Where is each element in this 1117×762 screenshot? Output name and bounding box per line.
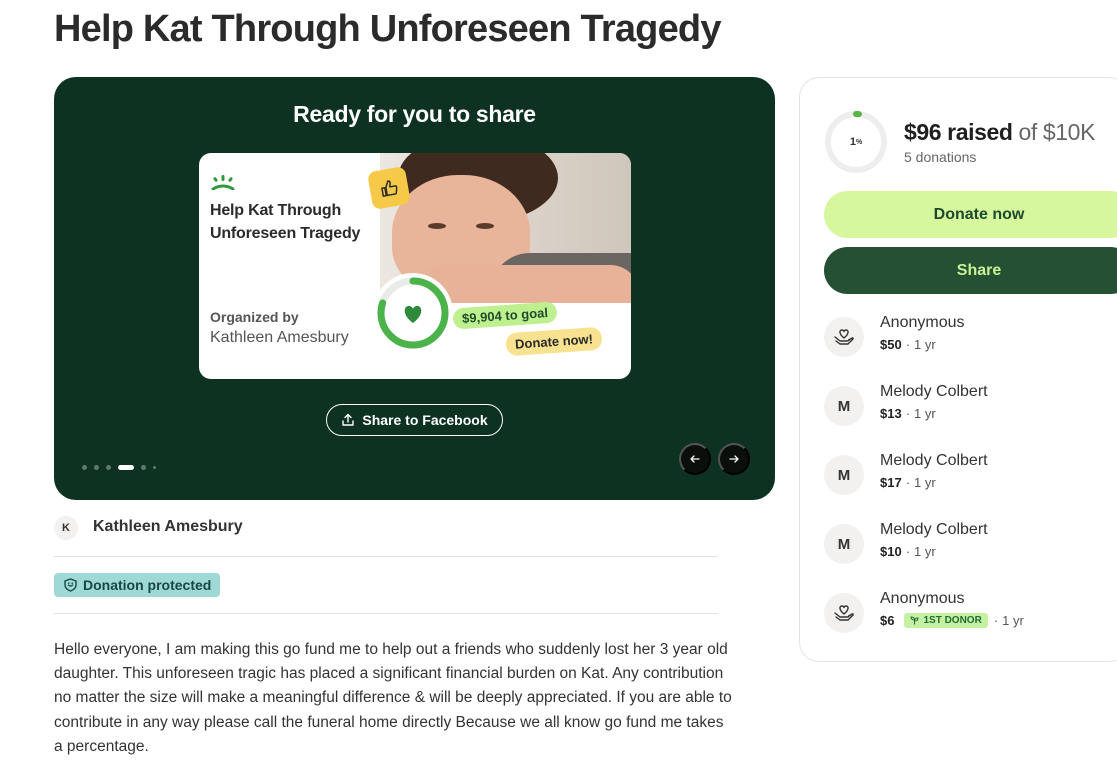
share-carousel: Ready for you to share Help Kat Through … — [54, 77, 775, 500]
donor-time: 1 yr — [914, 544, 936, 559]
donor-meta: $17 · 1 yr — [880, 475, 936, 490]
gofundme-logo-icon — [211, 175, 235, 190]
carousel-dot[interactable] — [82, 465, 87, 470]
donor-item: M Melody Colbert $17 · 1 yr — [824, 452, 1117, 502]
donor-avatar: M — [824, 455, 864, 495]
card-organized-by-label: Organized by — [210, 309, 299, 325]
meta-separator: · — [905, 406, 911, 421]
carousel-dot[interactable] — [153, 466, 156, 469]
donation-protected-badge[interactable]: Donation protected — [54, 573, 221, 597]
carousel-heading: Ready for you to share — [293, 101, 536, 127]
carousel-dot[interactable] — [94, 465, 99, 470]
meta-separator: · — [905, 475, 911, 490]
donation-count[interactable]: 5 donations — [904, 149, 976, 165]
carousel-prev-button[interactable] — [679, 443, 711, 475]
organizer-name[interactable]: Kathleen Amesbury — [93, 518, 243, 536]
sprout-icon — [910, 616, 919, 625]
carousel-pagination — [82, 465, 156, 470]
donor-meta: $13 · 1 yr — [880, 406, 936, 421]
share-button[interactable]: Share — [824, 247, 1117, 294]
share-upload-icon — [342, 413, 355, 426]
donor-name: Melody Colbert — [880, 383, 988, 400]
donor-name: Melody Colbert — [880, 452, 988, 469]
donor-amount: $17 — [880, 475, 902, 490]
meta-separator: · — [905, 544, 911, 559]
arrow-left-icon — [690, 455, 700, 463]
first-donor-label: 1ST DONOR — [923, 615, 982, 626]
donate-now-button[interactable]: Donate now — [824, 191, 1117, 238]
donor-time: 1 yr — [914, 406, 936, 421]
divider — [54, 556, 718, 557]
donation-sidebar: 1% $96 raised of $10K 5 donations Donate… — [799, 77, 1117, 662]
donation-protected-label: Donation protected — [83, 577, 212, 593]
heart-hand-icon — [824, 593, 864, 633]
donor-amount: $10 — [880, 544, 902, 559]
goal-amount: of $10K — [1018, 119, 1096, 145]
donor-amount: $6 — [880, 613, 895, 628]
thumbs-up-icon — [366, 165, 412, 211]
first-donor-badge: 1ST DONOR — [904, 613, 988, 628]
shield-icon — [64, 578, 77, 592]
raised-summary: $96 raised of $10K — [904, 119, 1095, 146]
card-progress-ring — [373, 273, 453, 353]
share-preview-card: Help Kat Through Unforeseen Tragedy Orga… — [199, 153, 631, 379]
divider — [54, 613, 718, 614]
heart-hand-icon — [824, 317, 864, 357]
donor-meta: $50 · 1 yr — [880, 337, 936, 352]
donor-time: 1 yr — [914, 475, 936, 490]
arrow-right-icon — [729, 455, 739, 463]
donor-item: Anonymous $6 1ST DONOR · 1 yr — [824, 590, 1117, 640]
campaign-description: Hello everyone, I am making this go fund… — [54, 641, 732, 755]
donor-time: 1 yr — [914, 337, 936, 352]
donor-avatar: M — [824, 386, 864, 426]
organizer-avatar[interactable]: K — [54, 516, 78, 540]
heart-icon — [404, 305, 422, 323]
carousel-dot-active[interactable] — [118, 465, 134, 470]
donate-now-pill: Donate now! — [505, 326, 603, 357]
progress-percent: 1% — [824, 110, 888, 174]
carousel-next-button[interactable] — [718, 443, 750, 475]
donor-time: 1 yr — [1002, 613, 1024, 628]
donor-name: Anonymous — [880, 314, 965, 331]
donor-meta: $10 · 1 yr — [880, 544, 936, 559]
donor-name: Anonymous — [880, 590, 965, 607]
card-organizer-name: Kathleen Amesbury — [210, 329, 349, 346]
donor-item: M Melody Colbert $13 · 1 yr — [824, 383, 1117, 433]
share-to-facebook-button[interactable]: Share to Facebook — [326, 404, 503, 436]
donor-avatar: M — [824, 524, 864, 564]
donor-amount: $13 — [880, 406, 902, 421]
to-goal-pill: $9,904 to goal — [452, 301, 558, 330]
meta-separator: · — [993, 613, 999, 628]
share-to-facebook-label: Share to Facebook — [362, 412, 488, 428]
donor-amount: $50 — [880, 337, 902, 352]
donor-item: M Melody Colbert $10 · 1 yr — [824, 521, 1117, 571]
donor-name: Melody Colbert — [880, 521, 988, 538]
donor-item: Anonymous $50 · 1 yr — [824, 314, 1117, 364]
carousel-dot[interactable] — [141, 465, 146, 470]
progress-percent-symbol: % — [855, 138, 863, 146]
carousel-dot[interactable] — [106, 465, 111, 470]
raised-amount: $96 raised — [904, 119, 1013, 145]
card-title: Help Kat Through Unforeseen Tragedy — [210, 202, 361, 242]
donor-meta: $6 1ST DONOR · 1 yr — [880, 613, 1024, 628]
meta-separator: · — [905, 337, 911, 352]
page-title: Help Kat Through Unforeseen Tragedy — [54, 8, 721, 50]
